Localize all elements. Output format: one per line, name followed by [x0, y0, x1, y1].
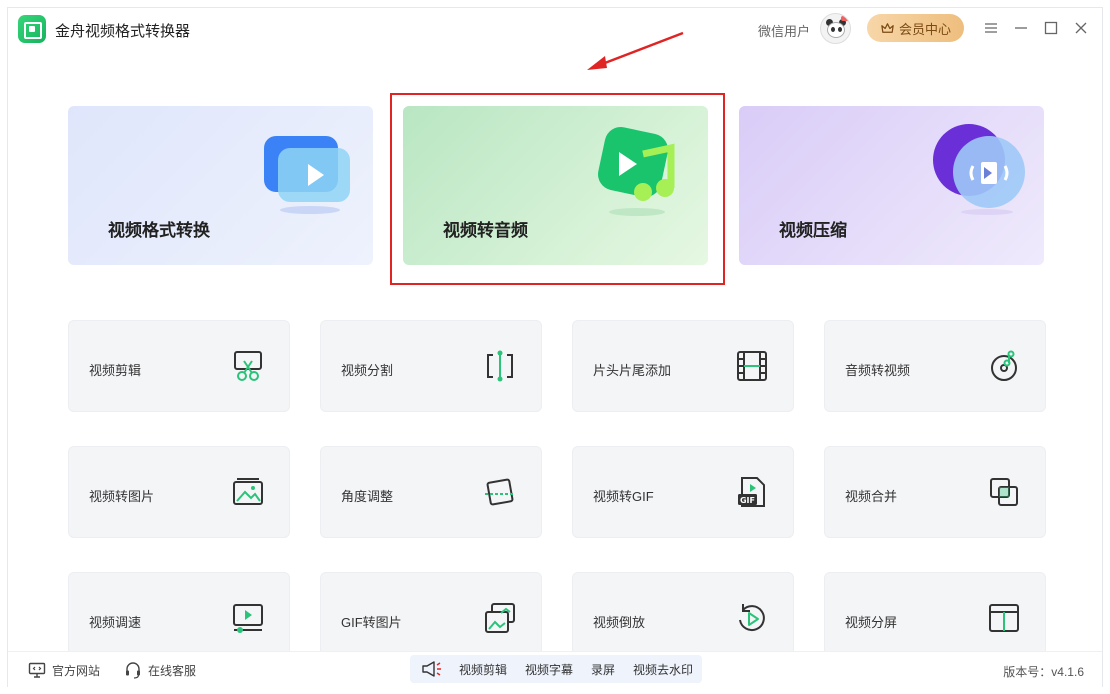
tool-label: 视频调速 — [89, 615, 142, 630]
online-support-link[interactable]: 在线客服 — [124, 661, 196, 679]
tool-label: 视频转GIF — [593, 489, 654, 504]
tool-video-clip[interactable]: 视频剪辑 — [68, 320, 290, 412]
speed-icon — [233, 604, 263, 633]
video-play-icon — [264, 136, 350, 214]
tool-label: 视频剪辑 — [89, 363, 142, 378]
scissors-icon — [234, 351, 262, 381]
tool-gif-to-image[interactable]: GIF转图片 — [320, 572, 542, 651]
tool-label: 片头片尾添加 — [593, 363, 672, 378]
feature-card-format-convert[interactable]: 视频格式转换 — [68, 106, 373, 265]
quick-link-video-clip[interactable]: 视频剪辑 — [450, 661, 516, 678]
quick-links-bar: 视频剪辑 视频字幕 录屏 视频去水印 — [410, 655, 702, 683]
tool-audio-to-video[interactable]: 音频转视频 — [824, 320, 1046, 412]
audio-disc-icon — [991, 350, 1017, 381]
annotation-arrow-icon — [587, 31, 684, 70]
app-window: 金舟视频格式转换器 微信用户 会员中心 视频格式转换 视频转音频 视频压缩 视频… — [7, 7, 1103, 688]
music-note-icon — [598, 127, 675, 216]
tool-intro-outro[interactable]: 片头片尾添加 — [572, 320, 794, 412]
feature-card-compress[interactable]: 视频压缩 — [739, 106, 1044, 265]
tool-video-split[interactable]: 视频分割 — [320, 320, 542, 412]
tool-label: 视频倒放 — [593, 615, 646, 630]
official-website-label: 官方网站 — [52, 663, 101, 678]
tool-angle-adjust[interactable]: 角度调整 — [320, 446, 542, 538]
bottom-bar: 官方网站 在线客服 视频剪辑 视频字幕 录屏 视频去水印 版本号：v4.1.6 — [8, 651, 1102, 688]
reverse-icon — [739, 604, 765, 632]
tool-label: 音频转视频 — [845, 363, 911, 378]
film-icon — [737, 351, 767, 381]
split-icon — [487, 350, 513, 382]
quick-link-remove-watermark[interactable]: 视频去水印 — [624, 661, 702, 678]
split-screen-icon — [989, 604, 1019, 632]
compress-icon — [933, 124, 1025, 215]
feature-card-label: 视频格式转换 — [108, 221, 210, 240]
main-content: 视频格式转换 视频转音频 视频压缩 视频剪辑 视频分割 片头片尾添加 音频转视频… — [8, 8, 1102, 651]
tool-video-merge[interactable]: 视频合并 — [824, 446, 1046, 538]
tool-label: GIF转图片 — [341, 615, 402, 630]
gif-file-icon: GIF — [738, 477, 765, 507]
quick-link-screen-record[interactable]: 录屏 — [582, 661, 624, 678]
tool-label: 视频分屏 — [845, 615, 898, 630]
feature-card-label: 视频压缩 — [779, 221, 847, 240]
online-support-label: 在线客服 — [148, 663, 197, 678]
tool-label: 视频分割 — [341, 363, 394, 378]
rotate-frame-icon — [485, 478, 515, 506]
svg-text:GIF: GIF — [740, 496, 755, 505]
image-icon — [233, 478, 263, 505]
version-label: 版本号：v4.1.6 — [1003, 665, 1084, 679]
feature-card-video-to-audio[interactable]: 视频转音频 — [403, 106, 708, 265]
headset-icon — [126, 662, 140, 679]
merge-icon — [990, 478, 1018, 506]
tool-video-speed[interactable]: 视频调速 — [68, 572, 290, 651]
gif-image-icon — [485, 603, 515, 633]
tool-video-to-gif[interactable]: 视频转GIF GIF — [572, 446, 794, 538]
tool-label: 视频转图片 — [89, 489, 155, 504]
quick-link-subtitles[interactable]: 视频字幕 — [516, 661, 582, 678]
monitor-icon — [28, 662, 46, 678]
tool-label: 视频合并 — [845, 489, 898, 504]
megaphone-icon — [422, 661, 441, 677]
tool-video-reverse[interactable]: 视频倒放 — [572, 572, 794, 651]
official-website-link[interactable]: 官方网站 — [28, 661, 100, 679]
tool-video-to-image[interactable]: 视频转图片 — [68, 446, 290, 538]
feature-card-label: 视频转音频 — [443, 221, 528, 240]
tool-split-screen[interactable]: 视频分屏 — [824, 572, 1046, 651]
tool-label: 角度调整 — [341, 489, 394, 504]
